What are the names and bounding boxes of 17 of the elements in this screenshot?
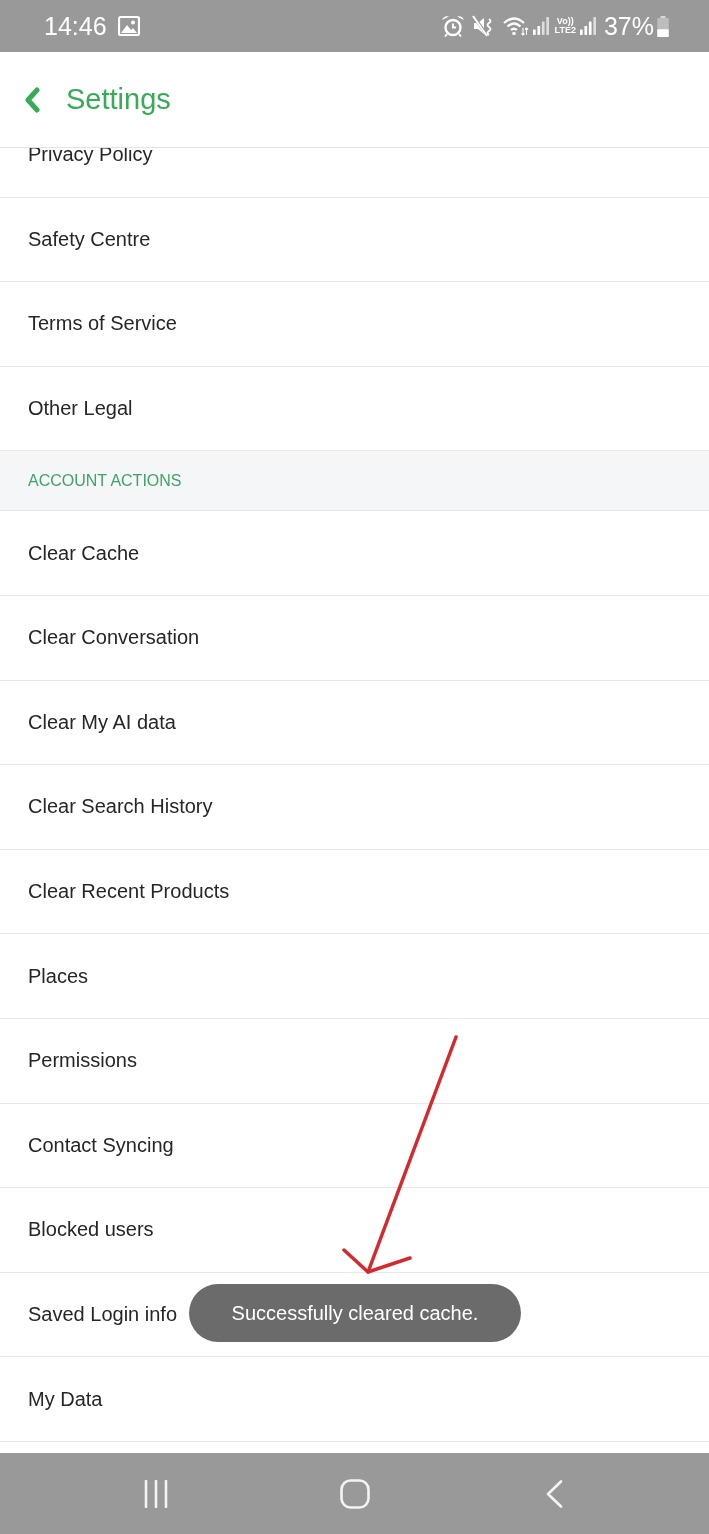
- header-title: Settings: [66, 83, 171, 116]
- home-icon[interactable]: [340, 1478, 370, 1509]
- signal-icon: [532, 17, 549, 35]
- section-header: ACCOUNT ACTIONS: [0, 451, 709, 512]
- battery-percentage: 37%: [603, 11, 654, 41]
- back-icon: [23, 86, 41, 113]
- network-type-label: Vo)) LTE2: [554, 17, 576, 35]
- alarm-clock-icon: [440, 15, 465, 37]
- status-time: 14:46: [44, 11, 107, 41]
- wifi-icon: [502, 16, 529, 36]
- back-button[interactable]: [23, 84, 43, 115]
- toast-message: Successfully cleared cache.: [189, 1284, 521, 1342]
- back-icon[interactable]: [545, 1479, 563, 1508]
- battery-icon: [657, 15, 669, 37]
- signal-icon: [579, 17, 596, 35]
- recent-apps-icon[interactable]: [143, 1479, 169, 1508]
- image-icon: [117, 15, 140, 37]
